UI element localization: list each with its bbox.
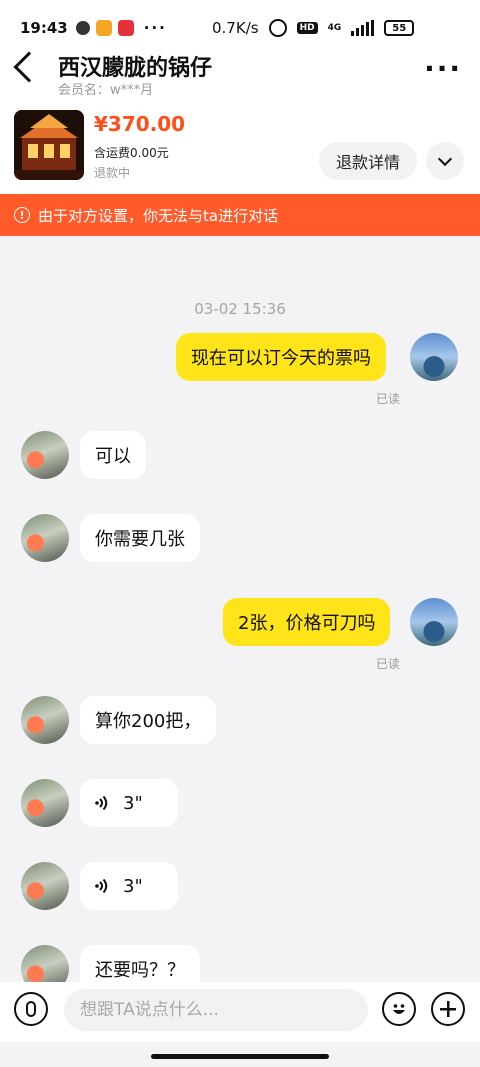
voice-message-bubble[interactable]: 3": [80, 779, 178, 827]
status-more-indicator: ···: [143, 19, 167, 37]
blocked-warning-banner: ! 由于对方设置，你无法与ta进行对话: [0, 194, 480, 236]
more-dots-icon[interactable]: ···: [424, 55, 462, 83]
message-input[interactable]: [64, 989, 368, 1031]
chat-header: 西汉朦胧的锅仔 会员名：w***月 ···: [0, 40, 480, 100]
voice-input-button[interactable]: [14, 992, 48, 1026]
status-time: 19:43: [20, 19, 68, 37]
message-input-bar: [0, 982, 480, 1042]
avatar-seller[interactable]: [21, 514, 69, 562]
read-receipt: 已读: [376, 657, 401, 671]
banner-text: 由于对方设置，你无法与ta进行对话: [38, 206, 279, 225]
plus-button[interactable]: [431, 992, 465, 1026]
shipping-fee: 含运费0.00元: [94, 146, 169, 160]
message-bubble-sent[interactable]: 现在可以订今天的票吗: [176, 333, 386, 381]
avatar-self[interactable]: [410, 598, 458, 646]
warning-circle-icon: !: [14, 207, 30, 223]
avatar-seller[interactable]: [21, 696, 69, 744]
notes-app-icon: [95, 20, 112, 36]
message-timestamp: 03-02 15:36: [194, 300, 286, 318]
avatar-seller[interactable]: [21, 779, 69, 827]
app-notification-icon: [117, 20, 134, 36]
voice-duration: 3": [123, 792, 143, 814]
voice-wave-icon: [95, 878, 109, 894]
message-bubble-sent[interactable]: 2张，价格可刀吗: [223, 598, 391, 646]
network-type: 4G: [327, 23, 342, 33]
avatar-self[interactable]: [410, 333, 458, 381]
member-name: 会员名：w***月: [58, 83, 154, 98]
notification-dot-icon: [75, 21, 90, 35]
emoji-icon: [393, 1004, 405, 1014]
battery-icon: 55: [384, 20, 415, 36]
status-notification-icons: [75, 20, 134, 36]
message-bubble-received[interactable]: 还要吗？？: [80, 945, 200, 982]
expand-button[interactable]: [426, 142, 464, 180]
alarm-icon: [268, 19, 287, 37]
avatar-seller[interactable]: [21, 945, 69, 982]
chevron-down-icon: [437, 151, 453, 166]
message-bubble-received[interactable]: 可以: [80, 431, 146, 479]
status-right-group: 0.7K/s HD 4G 55: [212, 19, 415, 37]
message-list[interactable]: 03-02 15:36 现在可以订今天的票吗 已读 可以 你需要几张 2张，价格…: [0, 236, 480, 982]
product-thumbnail[interactable]: [14, 110, 84, 180]
home-indicator[interactable]: [151, 1054, 329, 1059]
order-price: ¥370.00: [94, 112, 186, 136]
avatar-seller[interactable]: [21, 431, 69, 479]
back-arrow-icon[interactable]: [13, 51, 45, 83]
avatar-seller[interactable]: [21, 862, 69, 910]
network-speed: 0.7K/s: [212, 19, 259, 37]
order-card[interactable]: ¥370.00 含运费0.00元 退款中 退款详情: [0, 100, 480, 194]
voice-message-bubble[interactable]: 3": [80, 862, 178, 910]
voice-duration: 3": [123, 875, 143, 897]
page-title: 西汉朦胧的锅仔: [58, 56, 213, 81]
plus-icon: [440, 1001, 456, 1017]
signal-strength-icon: [351, 20, 375, 36]
message-bubble-received[interactable]: 算你200把，: [80, 696, 217, 744]
microphone-icon: [26, 1001, 36, 1017]
emoji-button[interactable]: [382, 992, 416, 1026]
refund-details-button[interactable]: 退款详情: [319, 142, 417, 180]
order-status: 退款中: [94, 166, 131, 180]
read-receipt: 已读: [376, 392, 401, 406]
voice-wave-icon: [95, 795, 109, 811]
message-bubble-received[interactable]: 你需要几张: [80, 514, 200, 562]
hd-voice-icon: HD: [296, 22, 318, 34]
